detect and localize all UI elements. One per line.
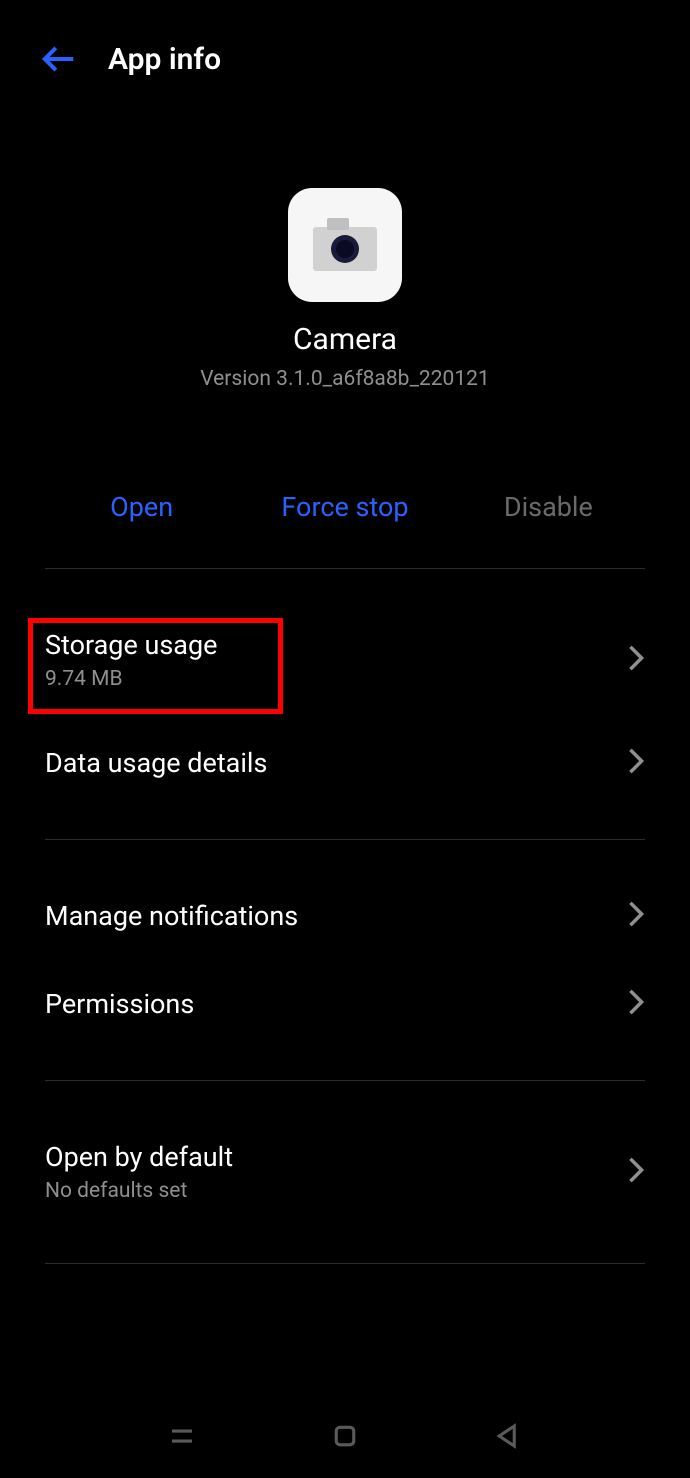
item-sub: No defaults set <box>45 1179 233 1203</box>
item-text: Open by default No defaults set <box>45 1141 233 1203</box>
app-info-section: Camera Version 3.1.0_a6f8a8b_220121 <box>0 188 690 391</box>
page-title: App info <box>108 42 221 77</box>
home-button[interactable] <box>330 1421 360 1455</box>
camera-icon <box>311 215 379 275</box>
chevron-right-icon <box>627 1156 645 1188</box>
app-version: Version 3.1.0_a6f8a8b_220121 <box>200 367 490 391</box>
menu-icon <box>167 1421 197 1451</box>
app-icon <box>288 188 402 302</box>
open-button[interactable]: Open <box>40 491 243 523</box>
manage-notifications-item[interactable]: Manage notifications <box>0 872 690 960</box>
settings-list: Storage usage 9.74 MB Data usage details… <box>0 569 690 1264</box>
item-text: Manage notifications <box>45 900 298 932</box>
item-text: Permissions <box>45 988 194 1020</box>
divider <box>45 1263 645 1264</box>
back-nav-button[interactable] <box>493 1421 523 1455</box>
action-row: Open Force stop Disable <box>0 491 690 523</box>
item-title: Manage notifications <box>45 900 298 932</box>
item-text: Storage usage 9.74 MB <box>45 629 217 691</box>
recents-button[interactable] <box>167 1421 197 1455</box>
chevron-right-icon <box>627 747 645 779</box>
chevron-right-icon <box>627 644 645 676</box>
storage-usage-item[interactable]: Storage usage 9.74 MB <box>0 601 690 719</box>
header: App info <box>0 0 690 98</box>
force-stop-button[interactable]: Force stop <box>243 491 446 523</box>
triangle-left-icon <box>493 1421 523 1451</box>
permissions-item[interactable]: Permissions <box>0 960 690 1048</box>
chevron-right-icon <box>627 900 645 932</box>
square-icon <box>330 1421 360 1451</box>
system-nav-bar <box>0 1398 690 1478</box>
chevron-right-icon <box>627 988 645 1020</box>
item-title: Storage usage <box>45 629 217 661</box>
item-text: Data usage details <box>45 747 267 779</box>
disable-button[interactable]: Disable <box>447 491 650 523</box>
item-title: Open by default <box>45 1141 233 1173</box>
back-button[interactable] <box>40 40 78 78</box>
data-usage-item[interactable]: Data usage details <box>0 719 690 807</box>
item-title: Permissions <box>45 988 194 1020</box>
item-title: Data usage details <box>45 747 267 779</box>
open-by-default-item[interactable]: Open by default No defaults set <box>0 1113 690 1231</box>
app-name: Camera <box>293 322 397 357</box>
arrow-left-icon <box>40 40 78 78</box>
item-sub: 9.74 MB <box>45 667 217 691</box>
